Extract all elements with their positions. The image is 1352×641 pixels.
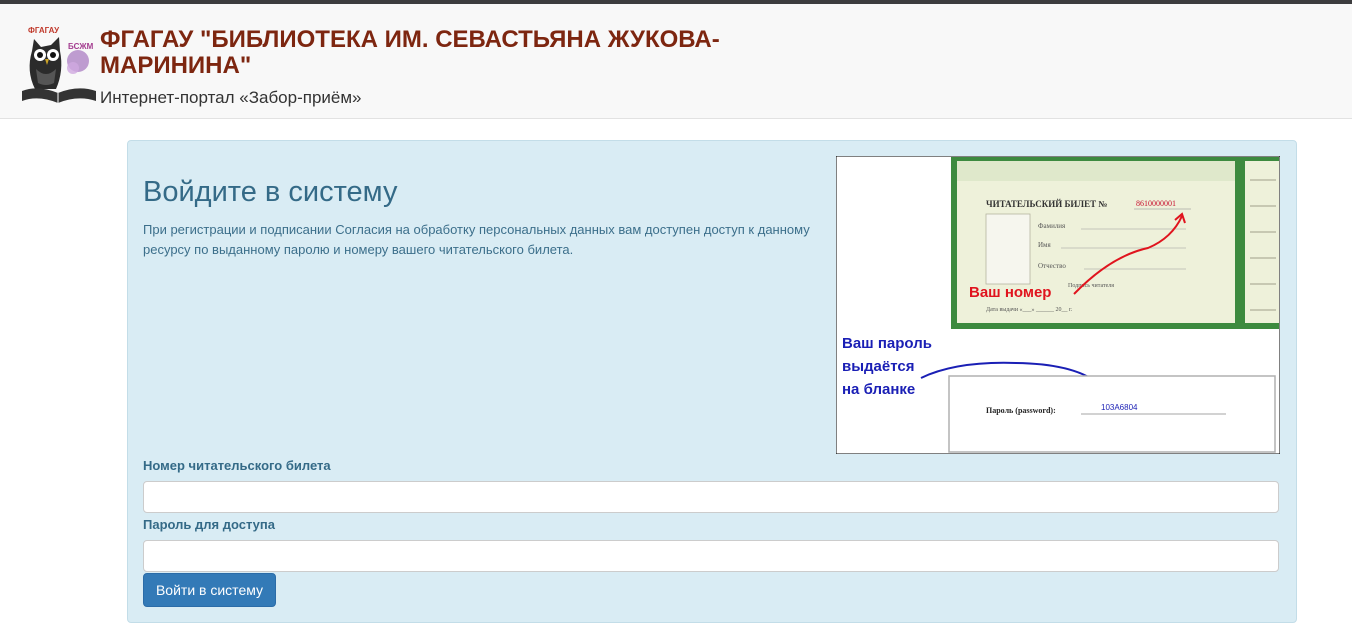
svg-text:103A6804: 103A6804 [1101, 403, 1138, 412]
password-input[interactable] [143, 540, 1279, 572]
svg-text:выдаётся: выдаётся [842, 358, 914, 375]
svg-text:БСЖМ: БСЖМ [68, 42, 94, 51]
svg-text:Ваш пароль: Ваш пароль [842, 335, 932, 352]
login-panel: Войдите в систему При регистрации и подп… [127, 140, 1297, 623]
svg-text:Фамилия: Фамилия [1038, 222, 1066, 230]
svg-text:Имя: Имя [1038, 241, 1051, 249]
svg-text:Подпись читателя: Подпись читателя [1068, 283, 1114, 289]
login-button[interactable]: Войти в систему [143, 573, 276, 607]
svg-text:ФГАГАУ: ФГАГАУ [28, 26, 60, 35]
site-subtitle: Интернет-портал «Забор-приём» [100, 88, 362, 107]
card-number-label: Номер читательского билета [143, 458, 331, 473]
svg-text:Отчество: Отчество [1038, 262, 1066, 270]
credentials-hint-image: ЧИТАТЕЛЬСКИЙ БИЛЕТ № 8610000001 Фамилия … [836, 156, 1280, 454]
site-title: ФГАГАУ "БИБЛИОТЕКА ИМ. СЕВАСТЬЯНА ЖУКОВА… [100, 26, 720, 79]
card-number-input[interactable] [143, 481, 1279, 513]
svg-text:ЧИТАТЕЛЬСКИЙ БИЛЕТ №: ЧИТАТЕЛЬСКИЙ БИЛЕТ № [986, 199, 1107, 209]
svg-text:Дата выдачи «___» ______ 20__: Дата выдачи «___» ______ 20__ г. [986, 307, 1073, 313]
svg-text:Ваш номер: Ваш номер [969, 284, 1051, 301]
svg-text:8610000001: 8610000001 [1136, 199, 1176, 208]
library-owl-logo[interactable]: ФГАГАУ БСЖМ [18, 23, 100, 107]
site-header: ФГАГАУ БСЖМ ФГАГАУ "БИБЛИОТЕКА ИМ. СЕВАС… [0, 4, 1352, 119]
login-description: При регистрации и подписании Согласия на… [143, 222, 810, 257]
svg-text:на бланке: на бланке [842, 381, 915, 398]
login-title: Войдите в систему [143, 176, 398, 208]
password-label: Пароль для доступа [143, 517, 275, 532]
svg-text:Пароль (password):: Пароль (password): [986, 406, 1056, 415]
